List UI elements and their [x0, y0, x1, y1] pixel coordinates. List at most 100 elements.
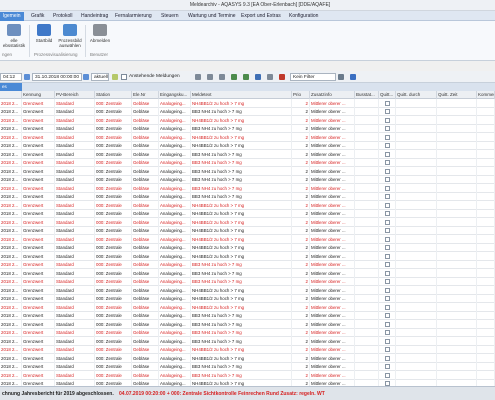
- acknowledge-checkbox[interactable]: [385, 364, 390, 369]
- acknowledge-checkbox[interactable]: [385, 100, 390, 106]
- table-row[interactable]: 2018 2... Grenzwert Standard 000: Zentrale G…: [0, 320, 495, 329]
- logout-button[interactable]: Abmelden: [86, 24, 114, 50]
- table-row[interactable]: 2018 2... Grenzwert Standard 000: Zentrale G…: [0, 158, 495, 167]
- column-header-eingang[interactable]: Eingangsku...: [159, 91, 191, 99]
- column-header-station[interactable]: Station: [95, 91, 132, 99]
- acknowledge-checkbox[interactable]: [385, 313, 390, 318]
- acknowledge-checkbox[interactable]: [385, 245, 390, 250]
- table-row[interactable]: 2018 2... Grenzwert Standard 000: Zentrale G…: [0, 184, 495, 193]
- acknowledge-checkbox[interactable]: [385, 296, 390, 301]
- table-row[interactable]: 2018 2... Grenzwert Standard 000: Zentrale G…: [0, 124, 495, 133]
- acknowledge-checkbox[interactable]: [385, 143, 390, 148]
- column-header-kennung[interactable]: Kennung: [22, 91, 55, 99]
- table-row[interactable]: 2018 2... Grenzwert Standard 000: Zentrale G…: [0, 141, 495, 150]
- acknowledge-checkbox[interactable]: [385, 194, 390, 199]
- table-row[interactable]: 2018 2... Grenzwert Standard 000: Zentrale G…: [0, 260, 495, 269]
- calendar-icon[interactable]: [83, 74, 89, 80]
- filter-select[interactable]: Kein Filter: [290, 73, 336, 81]
- table-row[interactable]: 2018 2... Grenzwert Standard 000: Zentrale G…: [0, 311, 495, 320]
- column-header-busstat[interactable]: Busstat...: [355, 91, 379, 99]
- column-header-prio[interactable]: Prio: [292, 91, 310, 99]
- acknowledge-checkbox[interactable]: [385, 355, 390, 361]
- column-header-pv[interactable]: PV-Bereich: [55, 91, 95, 99]
- tab-protokoll[interactable]: Protokoll: [50, 12, 75, 21]
- tab-fernalarmierung[interactable]: Fernalarmierung: [112, 12, 155, 21]
- acknowledge-checkbox[interactable]: [385, 262, 390, 267]
- check-icon[interactable]: [231, 74, 237, 80]
- table-row[interactable]: 2018 2... Grenzwert Standard 000: Zentrale G…: [0, 235, 495, 244]
- table-row[interactable]: 2018 2... Grenzwert Standard 000: Zentrale G…: [0, 286, 495, 295]
- table-row[interactable]: 2018 2... Grenzwert Standard 000: Zentrale G…: [0, 167, 495, 176]
- table-row[interactable]: 2018 2... Grenzwert Standard 000: Zentrale G…: [0, 175, 495, 184]
- column-header-kommen[interactable]: Kommen: [477, 91, 495, 99]
- acknowledge-checkbox[interactable]: [385, 168, 390, 174]
- tab-steuern[interactable]: Steuern: [158, 12, 182, 21]
- table-row[interactable]: 2018 2... Grenzwert Standard 000: Zentrale G…: [0, 345, 495, 354]
- table-row[interactable]: 2018 2... Grenzwert Standard 000: Zentrale G…: [0, 294, 495, 303]
- table-row[interactable]: 2018 2... Grenzwert Standard 000: Zentrale G…: [0, 362, 495, 371]
- table-row[interactable]: 2018 2... Grenzwert Standard 000: Zentrale G…: [0, 218, 495, 227]
- columns-icon[interactable]: [219, 74, 225, 80]
- table-row[interactable]: 2018 2... Grenzwert Standard 000: Zentrale G…: [0, 209, 495, 218]
- tab-meldungen[interactable]: es: [0, 83, 22, 91]
- table-row[interactable]: 2018 2... Grenzwert Standard 000: Zentrale G…: [0, 201, 495, 210]
- acknowledge-checkbox[interactable]: [385, 304, 390, 310]
- acknowledge-checkbox[interactable]: [385, 338, 390, 344]
- grid-icon[interactable]: [207, 74, 213, 80]
- acknowledge-checkbox[interactable]: [385, 160, 390, 165]
- calendar-icon[interactable]: [24, 74, 30, 80]
- table-row[interactable]: 2018 2... Grenzwert Standard 000: Zentrale G…: [0, 303, 495, 312]
- acknowledge-checkbox[interactable]: [385, 279, 390, 284]
- table-row[interactable]: 2018 2... Grenzwert Standard 000: Zentrale G…: [0, 328, 495, 337]
- acknowledge-checkbox[interactable]: [385, 151, 390, 157]
- acknowledge-checkbox[interactable]: [385, 211, 390, 216]
- export-icon[interactable]: [267, 74, 273, 80]
- table-row[interactable]: 2018 2... Grenzwert Standard 000: Zentrale G…: [0, 107, 495, 116]
- column-header-quitt-zeit[interactable]: Quitt. Zeit: [437, 91, 477, 99]
- acknowledge-checkbox[interactable]: [385, 330, 390, 335]
- table-row[interactable]: 2018 2... Grenzwert Standard 000: Zentrale G…: [0, 192, 495, 201]
- table-row[interactable]: 2018 2... Grenzwert Standard 000: Zentrale G…: [0, 269, 495, 278]
- tab-export[interactable]: Export und Extras: [238, 12, 284, 21]
- column-header-meldetext[interactable]: Meldetext: [191, 91, 292, 99]
- acknowledge-checkbox[interactable]: [385, 117, 390, 123]
- tab-wartung[interactable]: Wartung und Termine: [185, 12, 239, 21]
- acknowledge-checkbox[interactable]: [385, 202, 390, 208]
- acknowledge-checkbox[interactable]: [385, 321, 390, 327]
- column-header-quitt-durch[interactable]: Quitt. durch: [396, 91, 437, 99]
- acknowledge-checkbox[interactable]: [385, 219, 390, 225]
- acknowledge-checkbox[interactable]: [385, 347, 390, 352]
- table-row[interactable]: 2018 2... Grenzwert Standard 000: Zentrale G…: [0, 337, 495, 346]
- font-icon[interactable]: [279, 74, 285, 80]
- refresh-icon[interactable]: [112, 74, 118, 80]
- table-row[interactable]: 2018 2... Grenzwert Standard 000: Zentrale G…: [0, 252, 495, 261]
- pending-checkbox[interactable]: [121, 74, 127, 80]
- statistics-button[interactable]: elle ebsstatistik: [0, 24, 28, 50]
- tab-konfiguration[interactable]: Konfiguration: [286, 12, 321, 21]
- table-row[interactable]: 2018 2... Grenzwert Standard 000: Zentrale G…: [0, 226, 495, 235]
- table-row[interactable]: 2018 2... Grenzwert Standard 000: Zentrale G…: [0, 150, 495, 159]
- acknowledge-checkbox[interactable]: [385, 134, 390, 140]
- acknowledge-icon[interactable]: [255, 74, 261, 80]
- table-row[interactable]: 2018 2... Grenzwert Standard 000: Zentrale G…: [0, 116, 495, 125]
- tab-allgemein[interactable]: lgemein: [0, 12, 24, 21]
- acknowledge-checkbox[interactable]: [385, 228, 390, 233]
- check-all-icon[interactable]: [243, 74, 249, 80]
- column-header-quitt[interactable]: Quitt...: [379, 91, 396, 99]
- acknowledge-checkbox[interactable]: [385, 126, 390, 131]
- table-row[interactable]: 2018 2... Grenzwert Standard 000: Zentrale G…: [0, 371, 495, 380]
- column-header-date[interactable]: [0, 91, 22, 99]
- acknowledge-checkbox[interactable]: [385, 236, 390, 242]
- startscreen-button[interactable]: Startbild: [30, 24, 58, 50]
- filter-icon[interactable]: [338, 74, 344, 80]
- current-button[interactable]: aktuell: [91, 73, 109, 81]
- column-header-ele[interactable]: Ele.Nr: [132, 91, 159, 99]
- table-row[interactable]: 2018 2... Grenzwert Standard 000: Zentrale G…: [0, 354, 495, 363]
- column-header-zusatz[interactable]: Zusatzinfo: [310, 91, 355, 99]
- table-row[interactable]: 2018 2... Grenzwert Standard 000: Zentrale G…: [0, 277, 495, 286]
- process-image-button[interactable]: Prozessbild auswählen: [56, 24, 84, 50]
- undo-icon[interactable]: [350, 74, 356, 80]
- acknowledge-checkbox[interactable]: [385, 185, 390, 191]
- table-row[interactable]: 2018 2... Grenzwert Standard 000: Zentrale G…: [0, 243, 495, 252]
- table-row[interactable]: 2018 2... Grenzwert Standard 000: Zentrale G…: [0, 133, 495, 142]
